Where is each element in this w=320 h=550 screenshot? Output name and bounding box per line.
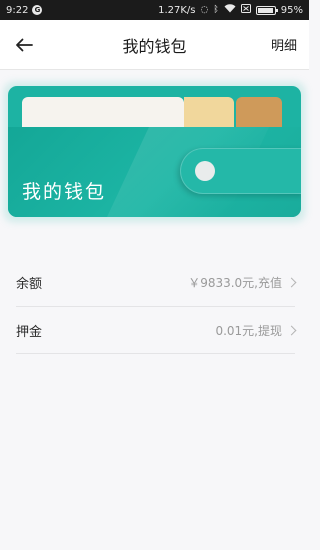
battery-icon	[255, 5, 278, 15]
deposit-row[interactable]: 押金 0.01元,提现	[16, 306, 297, 354]
wallet-card: 我的钱包	[8, 86, 301, 217]
status-bar: 9:22 G 1.27K/s ◌ ᛒ 95%	[0, 0, 309, 20]
arrow-left-icon	[16, 38, 33, 52]
nav-bar: 我的钱包 明细	[0, 20, 309, 70]
wallet-clasp-button	[195, 161, 215, 181]
details-button[interactable]: 明细	[271, 35, 297, 54]
wifi-icon	[224, 4, 236, 16]
balance-label: 余额	[16, 276, 43, 292]
sync-icon: ◌	[200, 5, 209, 15]
chevron-right-icon	[286, 325, 297, 335]
balance-row[interactable]: 余额 ￥9833.0元,充值	[16, 258, 297, 306]
deposit-label: 押金	[16, 324, 43, 340]
balance-value: ￥9833.0元,充值	[188, 275, 282, 290]
wallet-clasp	[180, 148, 301, 194]
google-icon: G	[32, 5, 43, 15]
bluetooth-icon: ᛒ	[213, 5, 219, 15]
deposit-value: 0.01元,提现	[215, 323, 282, 338]
status-time: 9:22	[6, 4, 29, 16]
page-title: 我的钱包	[122, 36, 187, 56]
network-speed: 1.27K/s	[158, 4, 196, 16]
wallet-card-title: 我的钱包	[22, 181, 107, 203]
back-button[interactable]	[8, 29, 40, 61]
wallet-list: 余额 ￥9833.0元,充值 押金 0.01元,提现	[0, 258, 309, 354]
chevron-right-icon	[286, 277, 297, 287]
no-sim-icon	[240, 4, 251, 16]
battery-percent: 95%	[280, 4, 303, 16]
